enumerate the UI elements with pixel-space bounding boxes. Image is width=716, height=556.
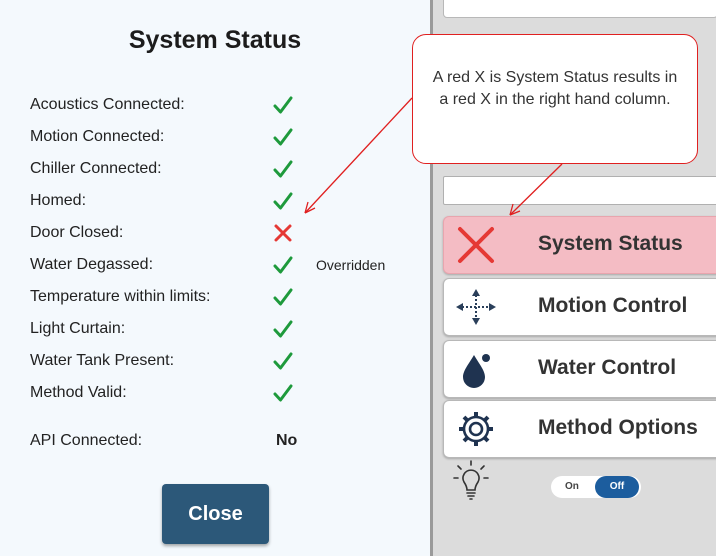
api-value: No <box>276 432 298 449</box>
nav-water-control-button[interactable]: Water Control <box>443 340 716 398</box>
red-x-icon <box>458 227 494 263</box>
status-row-water-tank: Water Tank Present: <box>0 348 430 376</box>
annotation-callout: A red X is System Status results in a re… <box>412 34 698 164</box>
close-button[interactable]: Close <box>162 484 269 544</box>
check-icon <box>273 192 293 210</box>
nav-label: Motion Control <box>538 294 688 317</box>
status-row-motion: Motion Connected: <box>0 124 430 152</box>
status-label: Chiller Connected: <box>30 160 162 177</box>
top-card <box>443 0 716 18</box>
nav-method-options-button[interactable]: Method Options <box>443 400 716 458</box>
status-label: Door Closed: <box>30 224 124 241</box>
check-icon <box>273 96 293 114</box>
light-toggle[interactable]: On Off <box>551 476 641 498</box>
nav-label: Method Options <box>538 416 698 439</box>
status-row-temperature: Temperature within limits: <box>0 284 430 312</box>
results-field[interactable] <box>443 176 716 205</box>
check-icon <box>273 160 293 178</box>
status-label: Acoustics Connected: <box>30 96 185 113</box>
status-row-light-curtain: Light Curtain: <box>0 316 430 344</box>
check-icon <box>273 320 293 338</box>
water-drop-icon <box>463 354 490 388</box>
panel-title: System Status <box>128 26 302 54</box>
status-label: Water Degassed: <box>30 256 154 273</box>
status-row-acoustics: Acoustics Connected: <box>0 92 430 120</box>
status-label: Water Tank Present: <box>30 352 175 369</box>
status-label: Homed: <box>30 192 87 209</box>
status-label: Temperature within limits: <box>30 288 211 305</box>
nav-motion-control-button[interactable]: Motion Control <box>443 278 716 336</box>
status-row-door: Door Closed: <box>0 220 430 248</box>
nav-system-status-button[interactable]: System Status <box>443 216 716 274</box>
light-bulb-icon <box>453 460 489 500</box>
status-label: Light Curtain: <box>30 320 126 337</box>
check-icon <box>273 288 293 306</box>
toggle-on-label: On <box>565 481 579 492</box>
gear-icon <box>459 412 493 446</box>
status-label: Method Valid: <box>30 384 127 401</box>
check-icon <box>273 256 293 274</box>
nav-label: System Status <box>538 232 683 255</box>
status-row-chiller: Chiller Connected: <box>0 156 430 184</box>
check-icon <box>273 128 293 146</box>
status-row-method-valid: Method Valid: <box>0 380 430 408</box>
nav-label: Water Control <box>538 356 677 379</box>
toggle-off-label: Off <box>595 476 639 498</box>
system-status-panel: System Status Acoustics Connected: Motio… <box>0 0 430 556</box>
move-arrows-icon <box>456 289 496 325</box>
annotation-text: A red X is System Status results in a re… <box>432 69 678 108</box>
cross-icon <box>274 224 292 242</box>
status-row-homed: Homed: <box>0 188 430 216</box>
overridden-note: Overridden <box>316 257 386 273</box>
status-label: Motion Connected: <box>30 128 165 145</box>
status-row-water-degassed: Water Degassed: Overridden <box>0 252 430 280</box>
status-row-api: API Connected: No <box>0 428 430 456</box>
check-icon <box>273 384 293 402</box>
api-label: API Connected: <box>30 432 143 449</box>
check-icon <box>273 352 293 370</box>
